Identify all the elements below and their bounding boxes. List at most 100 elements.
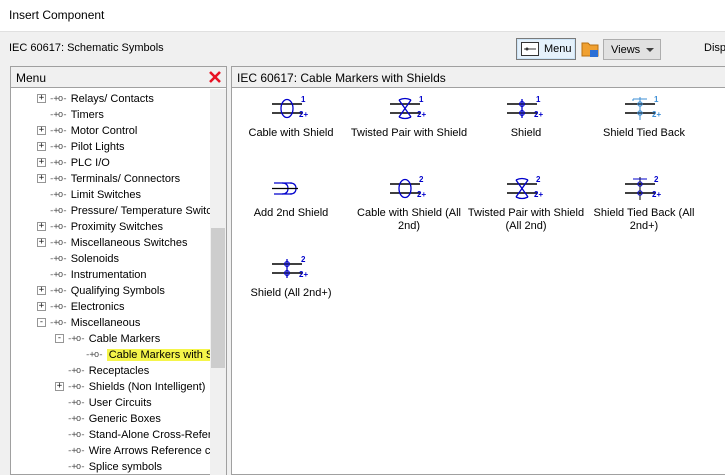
close-icon[interactable] xyxy=(208,70,222,84)
expand-icon[interactable]: + xyxy=(37,94,46,103)
library-breadcrumb: IEC 60617: Schematic Symbols xyxy=(9,42,164,54)
tree-node-icon: -+o- xyxy=(49,206,68,216)
views-dropdown-label: Views xyxy=(611,43,641,56)
tree-item[interactable]: + -+o- Proximity Switches xyxy=(37,219,163,235)
expand-icon[interactable]: + xyxy=(37,286,46,295)
component-item[interactable]: 2 2+ Twisted Pair with Shield (All 2nd) xyxy=(467,173,585,233)
component-item[interactable]: 1 2+ Cable with Shield xyxy=(232,93,350,140)
collapse-icon[interactable]: - xyxy=(37,318,46,327)
tree-item[interactable]: -+o- Splice symbols xyxy=(67,459,162,475)
tree-item[interactable]: + -+o- Terminals/ Connectors xyxy=(37,171,180,187)
tree-item[interactable]: -+o- Wire Arrows Reference c xyxy=(67,443,210,459)
shield-icon: 1 2+ xyxy=(467,93,585,123)
expand-icon[interactable]: + xyxy=(37,222,46,231)
add-2nd-shield-icon xyxy=(232,173,350,203)
shield-all-2nd-icon: 2 2+ xyxy=(232,253,350,283)
tree-item[interactable]: -+o- Stand-Alone Cross-Refer xyxy=(67,427,210,443)
expand-icon[interactable]: + xyxy=(37,174,46,183)
tree-node-icon: -+o- xyxy=(49,126,68,136)
component-item[interactable]: 2 2+ Shield (All 2nd+) xyxy=(232,253,350,300)
views-dropdown[interactable]: Views xyxy=(603,39,661,60)
expand-icon[interactable]: + xyxy=(37,142,46,151)
tree-item-label: Miscellaneous Switches xyxy=(70,237,188,249)
expand-icon[interactable]: + xyxy=(37,238,46,247)
tree-node-icon: -+o- xyxy=(67,398,86,408)
tree-node-icon: -+o- xyxy=(49,222,68,232)
tree-node-icon: -+o- xyxy=(67,414,86,424)
svg-text:1: 1 xyxy=(419,95,424,104)
component-item[interactable]: 1 2+ Twisted Pair with Shield xyxy=(350,93,468,140)
tree-node-icon: -+o- xyxy=(49,158,68,168)
shield-tied-back-all-2nd-icon: 2 2+ xyxy=(585,173,703,203)
tree-item[interactable]: + -+o- Miscellaneous Switches xyxy=(37,235,188,251)
svg-text:1: 1 xyxy=(654,95,659,104)
component-label: Cable with Shield (All 2nd) xyxy=(357,207,461,232)
shield-tied-back-icon: 1 2+ xyxy=(585,93,703,123)
chevron-down-icon xyxy=(646,48,654,52)
menu-panel: Menu + -+o- Relays/ Contacts -+o- Timers + -+o… xyxy=(10,66,227,475)
tree-node-icon: -+o- xyxy=(85,350,104,360)
twisted-pair-shield-all-2nd-icon: 2 2+ xyxy=(467,173,585,203)
component-item[interactable]: 2 2+ Shield Tied Back (All 2nd+) xyxy=(585,173,703,233)
tree-item[interactable]: + -+o- Electronics xyxy=(37,299,124,315)
tree-item-label: Relays/ Contacts xyxy=(70,93,154,105)
tree-item[interactable]: + -+o- Qualifying Symbols xyxy=(37,283,165,299)
tree-item-label: Motor Control xyxy=(70,125,138,137)
component-item[interactable]: Add 2nd Shield xyxy=(232,173,350,220)
tree-node-icon: -+o- xyxy=(67,366,86,376)
component-label: Shield Tied Back xyxy=(603,127,685,139)
browse-folder-button[interactable] xyxy=(579,38,601,60)
svg-text:2+: 2+ xyxy=(652,110,661,119)
tree-item[interactable]: -+o- Instrumentation xyxy=(49,267,147,283)
menu-panel-header: Menu xyxy=(11,67,226,88)
tree-item[interactable]: -+o- Limit Switches xyxy=(49,187,141,203)
menu-panel-title: Menu xyxy=(16,71,47,85)
tree-item-label: Receptacles xyxy=(88,365,150,377)
collapse-icon[interactable]: - xyxy=(55,334,64,343)
tree-item[interactable]: -+o- Timers xyxy=(49,107,104,123)
svg-text:2+: 2+ xyxy=(652,190,661,199)
tree-scrollbar[interactable] xyxy=(210,89,226,475)
components-panel-title: IEC 60617: Cable Markers with Shields xyxy=(237,71,446,85)
tree-node-icon: -+o- xyxy=(49,142,68,152)
component-label: Shield (All 2nd+) xyxy=(250,287,332,299)
tree-item-label: Limit Switches xyxy=(70,189,141,201)
component-label: Add 2nd Shield xyxy=(253,207,329,219)
tree-item[interactable]: -+o- Generic Boxes xyxy=(67,411,161,427)
component-item[interactable]: 1 2+ Shield Tied Back xyxy=(585,93,703,140)
tree-item[interactable]: + -+o- Pilot Lights xyxy=(37,139,125,155)
tree-item[interactable]: - -+o- Cable Markers xyxy=(55,331,160,347)
tree-node-icon: -+o- xyxy=(67,462,86,472)
tree-item[interactable]: + -+o- Motor Control xyxy=(37,123,138,139)
tree-node-icon: -+o- xyxy=(49,94,68,104)
cable-with-shield-icon: 1 2+ xyxy=(232,93,350,123)
tree-item[interactable]: + -+o- Relays/ Contacts xyxy=(37,91,154,107)
cable-with-shield-all-2nd-icon: 2 2+ xyxy=(350,173,468,203)
expand-icon[interactable]: + xyxy=(37,302,46,311)
tree-item[interactable]: -+o- Pressure/ Temperature Switc xyxy=(49,203,210,219)
tree-item[interactable]: - -+o- Miscellaneous xyxy=(37,315,140,331)
expand-icon[interactable]: + xyxy=(37,126,46,135)
tree-item-label: Proximity Switches xyxy=(70,221,163,233)
tree-item[interactable]: + -+o- Shields (Non Intelligent) xyxy=(55,379,205,395)
tree-item[interactable]: -+o- Receptacles xyxy=(67,363,149,379)
tree-node-icon: -+o- xyxy=(49,318,68,328)
menu-icon xyxy=(521,42,539,56)
tree-item-label: User Circuits xyxy=(88,397,152,409)
tree-node-icon: -+o- xyxy=(49,174,68,184)
tree-item-label: PLC I/O xyxy=(70,157,110,169)
tree-item[interactable]: + -+o- PLC I/O xyxy=(37,155,110,171)
svg-text:1: 1 xyxy=(536,95,541,104)
tree-item[interactable]: -+o- Cable Markers with S xyxy=(85,347,210,363)
component-label: Cable with Shield xyxy=(248,127,334,139)
menu-button[interactable]: Menu xyxy=(516,38,576,60)
expand-icon[interactable]: + xyxy=(55,382,64,391)
svg-text:2+: 2+ xyxy=(299,270,308,279)
tree-item[interactable]: -+o- Solenoids xyxy=(49,251,119,267)
component-item[interactable]: 1 2+ Shield xyxy=(467,93,585,140)
component-item[interactable]: 2 2+ Cable with Shield (All 2nd) xyxy=(350,173,468,233)
svg-text:2: 2 xyxy=(419,175,424,184)
expand-icon[interactable]: + xyxy=(37,158,46,167)
tree-item[interactable]: -+o- User Circuits xyxy=(67,395,152,411)
scrollbar-thumb[interactable] xyxy=(211,228,225,368)
